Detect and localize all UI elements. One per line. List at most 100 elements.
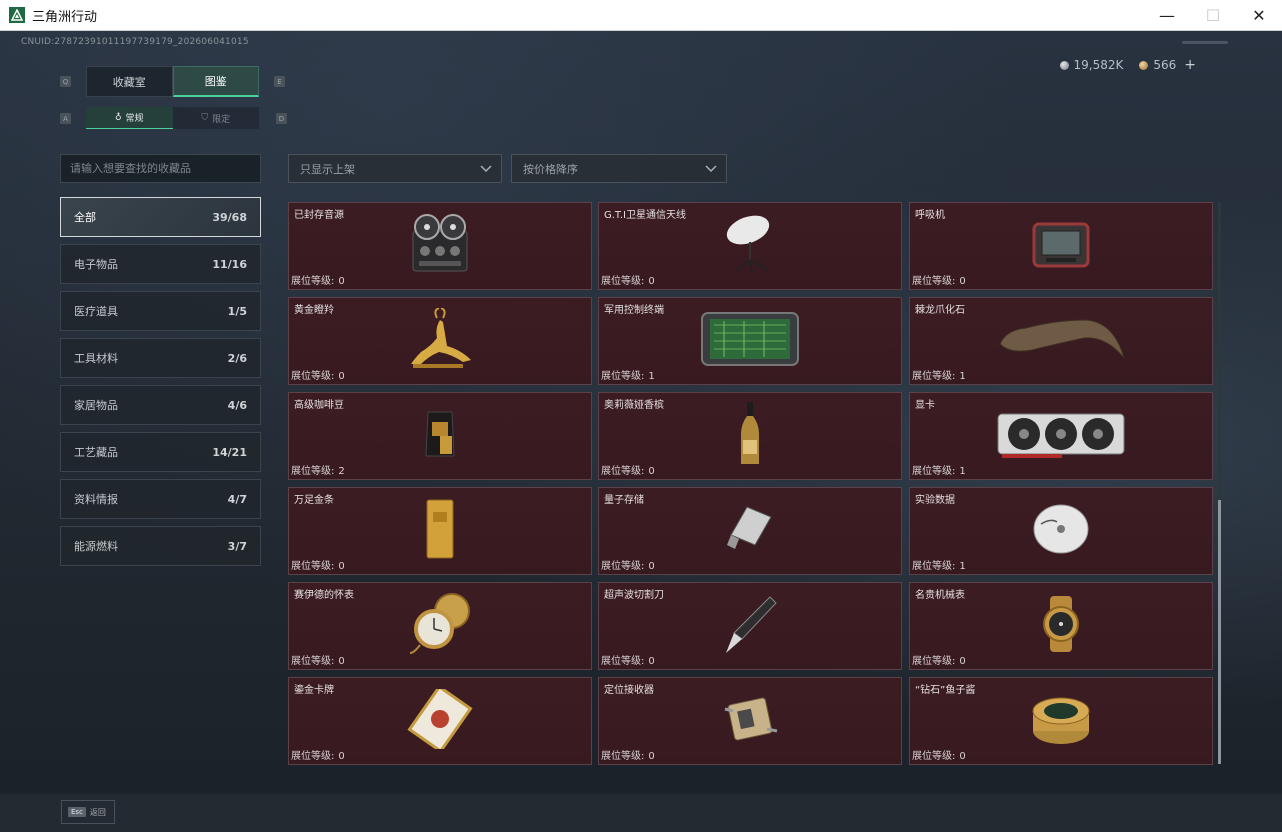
tab-limited[interactable]: ⛉ 限定: [172, 107, 259, 129]
window-title: 三角洲行动: [32, 9, 98, 25]
level-value: 1: [959, 561, 966, 572]
display-level: 展位等级: 0: [291, 272, 345, 287]
minimize-button[interactable]: —: [1144, 0, 1190, 31]
level-value: 0: [648, 751, 655, 762]
coffee-bag-icon: [422, 408, 458, 464]
graphics-card-icon: [996, 408, 1126, 464]
collectible-card[interactable]: 量子存储 展位等级: 0: [598, 487, 902, 575]
champagne-icon: [739, 402, 761, 470]
tab-regular[interactable]: ♁ 常规: [86, 107, 173, 129]
maximize-button[interactable]: ☐: [1190, 0, 1236, 31]
level-value: 2: [338, 466, 345, 477]
item-name: 量子存储: [604, 495, 644, 506]
disc-icon: [1033, 504, 1089, 558]
category-household[interactable]: 家居物品 4/6: [60, 385, 261, 425]
sort-value: 按价格降序: [523, 162, 578, 176]
category-intel[interactable]: 资料情报 4/7: [60, 479, 261, 519]
usb-drive-icon: [725, 503, 775, 559]
gold-coin-icon: [1139, 60, 1149, 70]
collectible-card[interactable]: G.T.I卫星通信天线 展位等级: 0: [598, 202, 902, 290]
regular-icon: ♁: [114, 112, 122, 123]
category-crafts[interactable]: 工艺藏品 14/21: [60, 432, 261, 472]
item-name: 超声波切割刀: [604, 590, 664, 601]
level-value: 0: [959, 276, 966, 287]
collectible-card[interactable]: 黄金瞪羚 展位等级: 0: [288, 297, 592, 385]
category-tools[interactable]: 工具材料 2/6: [60, 338, 261, 378]
collectible-card[interactable]: 实验数据 展位等级: 1: [909, 487, 1213, 575]
collectible-card[interactable]: 呼吸机 展位等级: 0: [909, 202, 1213, 290]
collectible-card[interactable]: 超声波切割刀 展位等级: 0: [598, 582, 902, 670]
category-count: 14/21: [212, 445, 247, 459]
cutter-icon: [722, 593, 778, 659]
level-value: 0: [338, 371, 345, 382]
level-label: 展位等级:: [601, 561, 645, 572]
display-level: 展位等级: 0: [912, 272, 966, 287]
display-level: 展位等级: 0: [601, 462, 655, 477]
level-label: 展位等级:: [601, 656, 645, 667]
item-name: 赛伊德的怀表: [294, 590, 354, 601]
category-count: 3/7: [227, 539, 247, 553]
esc-key-hint: Esc: [68, 807, 86, 817]
collectible-card[interactable]: “钻石”鱼子酱 展位等级: 0: [909, 677, 1213, 765]
item-name: 呼吸机: [915, 210, 945, 221]
item-name: 已封存音源: [294, 210, 344, 221]
category-count: 4/7: [227, 492, 247, 506]
level-label: 展位等级:: [912, 751, 956, 762]
category-label: 家居物品: [74, 399, 118, 412]
collectible-card[interactable]: 鎏金卡牌 展位等级: 0: [288, 677, 592, 765]
display-level: 展位等级: 0: [601, 557, 655, 572]
display-level: 展位等级: 1: [912, 367, 966, 382]
collectible-card[interactable]: 万足金条 展位等级: 0: [288, 487, 592, 575]
collectible-card[interactable]: 赛伊德的怀表 展位等级: 0: [288, 582, 592, 670]
claw-fossil-icon: [996, 314, 1126, 368]
category-count: 4/6: [227, 398, 247, 412]
tab-left-key-hint: Q: [60, 76, 71, 87]
tab-collection-room[interactable]: 收藏室: [86, 66, 173, 97]
add-currency-button[interactable]: +: [1184, 57, 1196, 73]
item-name: 实验数据: [915, 495, 955, 506]
level-label: 展位等级:: [601, 371, 645, 382]
item-name: 万足金条: [294, 495, 334, 506]
tab-catalog[interactable]: 图鉴: [172, 66, 259, 97]
collectible-card[interactable]: 定位接收器 展位等级: 0: [598, 677, 902, 765]
category-electronics[interactable]: 电子物品 11/16: [60, 244, 261, 284]
level-label: 展位等级:: [291, 466, 335, 477]
level-label: 展位等级:: [291, 561, 335, 572]
search-input[interactable]: [60, 154, 261, 183]
player-uid: CNUID:2787239101119773917​9_202606041015: [21, 37, 249, 47]
collectible-card[interactable]: 高级咖啡豆 展位等级: 2: [288, 392, 592, 480]
satellite-dish-icon: [722, 214, 778, 278]
display-level: 展位等级: 0: [291, 367, 345, 382]
item-name: 黄金瞪羚: [294, 305, 334, 316]
category-all[interactable]: 全部 39/68: [60, 197, 261, 237]
category-label: 医疗道具: [74, 305, 118, 318]
level-label: 展位等级:: [912, 371, 956, 382]
category-sidebar: 全部 39/68 电子物品 11/16 医疗道具 1/5 工具材料 2/6 家居…: [60, 197, 261, 573]
gold-amount: 566: [1153, 58, 1177, 72]
window-titlebar: 三角洲行动 — ☐ ✕: [0, 0, 1282, 31]
close-button[interactable]: ✕: [1236, 0, 1282, 31]
category-label: 工艺藏品: [74, 446, 118, 459]
level-label: 展位等级:: [291, 751, 335, 762]
level-value: 0: [338, 751, 345, 762]
collectible-card[interactable]: 军用控制终端 展位等级: 1: [598, 297, 902, 385]
category-label: 资料情报: [74, 493, 118, 506]
app-logo-icon: [9, 7, 25, 23]
collectible-card[interactable]: 已封存音源 展位等级: 0: [288, 202, 592, 290]
collectible-card[interactable]: 棘龙爪化石 展位等级: 1: [909, 297, 1213, 385]
category-count: 2/6: [227, 351, 247, 365]
item-name: 显卡: [915, 400, 935, 411]
back-label: 返回: [89, 807, 106, 817]
category-energy[interactable]: 能源燃料 3/7: [60, 526, 261, 566]
collectible-card[interactable]: 显卡 展位等级: 1: [909, 392, 1213, 480]
back-button[interactable]: Esc 返回: [61, 800, 115, 824]
level-label: 展位等级:: [291, 656, 335, 667]
display-level: 展位等级: 1: [912, 557, 966, 572]
collectible-card[interactable]: 名贵机械表 展位等级: 0: [909, 582, 1213, 670]
shelf-filter-value: 只显示上架: [300, 162, 355, 176]
grid-scrollbar-thumb[interactable]: [1218, 500, 1221, 764]
collectible-card[interactable]: 奥莉薇娅香槟 展位等级: 0: [598, 392, 902, 480]
shelf-filter-dropdown[interactable]: 只显示上架: [288, 154, 502, 183]
sort-dropdown[interactable]: 按价格降序: [511, 154, 727, 183]
category-medical[interactable]: 医疗道具 1/5: [60, 291, 261, 331]
